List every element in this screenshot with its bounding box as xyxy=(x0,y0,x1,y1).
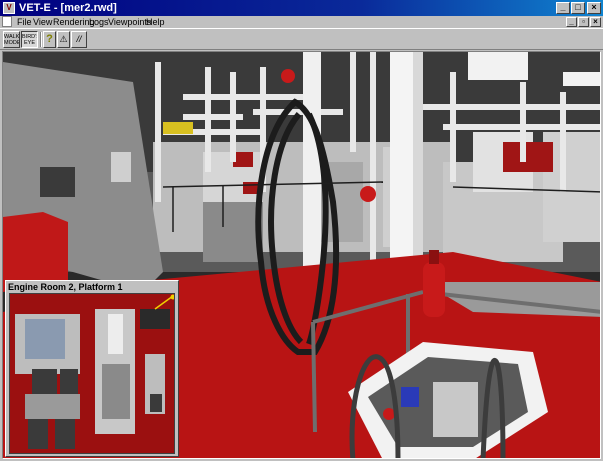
walk-mode-button[interactable]: WALK MODE xyxy=(3,31,20,48)
warning-tool-icon[interactable]: ⚠ xyxy=(57,31,70,48)
menu-file[interactable]: File xyxy=(17,16,32,28)
minimap-block xyxy=(32,369,57,394)
fire-extinguisher xyxy=(423,262,445,317)
menu-viewpoints[interactable]: Viewpoints xyxy=(108,16,151,28)
valve-wheel xyxy=(281,69,295,83)
ceiling-light xyxy=(563,72,600,86)
minimap-panel[interactable]: Engine Room 2, Platform 1 xyxy=(5,280,179,457)
yellow-tag xyxy=(163,122,193,134)
minimap-map[interactable] xyxy=(9,293,175,454)
app-icon[interactable]: V xyxy=(3,2,15,14)
minimap-machinery xyxy=(102,364,130,419)
measure-tool-icon[interactable]: // xyxy=(71,31,87,48)
toolbar-separator xyxy=(40,32,42,47)
maximize-button[interactable]: □ xyxy=(571,2,585,14)
ceiling-light xyxy=(468,52,528,80)
close-button[interactable]: × xyxy=(587,2,601,14)
app-window: V VET-E - [mer2.rwd] _ □ × File View Ren… xyxy=(0,0,603,461)
minimap-title: Engine Room 2, Platform 1 xyxy=(8,282,123,292)
mdi-minimize-button[interactable]: _ xyxy=(566,17,577,27)
birds-eye-button[interactable]: BIRD'S EYE xyxy=(21,31,38,48)
minimap-block xyxy=(28,419,48,449)
minimap-block xyxy=(60,369,78,394)
distant-machinery xyxy=(153,132,600,262)
minimap-block xyxy=(25,394,80,419)
valve-wheel xyxy=(360,186,376,202)
mdi-restore-button[interactable]: ▫ xyxy=(578,17,589,27)
title-bar[interactable]: V VET-E - [mer2.rwd] _ □ × xyxy=(0,0,603,16)
window-title: VET-E - [mer2.rwd] xyxy=(19,2,117,14)
menu-bar: File View Rendering Logs Viewpoints Help… xyxy=(0,16,603,28)
3d-viewport[interactable]: Engine Room 2, Platform 1 xyxy=(2,51,601,459)
minimap-block xyxy=(55,419,75,449)
menu-help[interactable]: Help xyxy=(146,16,165,28)
hatch-panel xyxy=(433,382,478,437)
extinguisher-valve xyxy=(429,250,439,264)
panel-sign xyxy=(111,152,131,182)
help-question-icon[interactable]: ? xyxy=(43,31,56,48)
panel-box xyxy=(40,167,75,197)
minimize-button[interactable]: _ xyxy=(556,2,570,14)
toolbar: WALK MODE BIRD'S EYE ? ⚠ // xyxy=(0,28,603,50)
minimap-engine-core xyxy=(25,319,65,359)
mdi-close-button[interactable]: × xyxy=(590,17,601,27)
hatch-valve xyxy=(383,408,395,420)
minimap-plan xyxy=(10,294,174,453)
minimap-block xyxy=(140,309,170,329)
minimap-cabinet xyxy=(150,394,162,412)
menu-view[interactable]: View xyxy=(33,16,52,28)
hatch-blue-part xyxy=(401,387,419,407)
minimap-machinery xyxy=(108,314,123,354)
document-icon[interactable] xyxy=(2,16,12,27)
menu-logs[interactable]: Logs xyxy=(89,16,109,28)
